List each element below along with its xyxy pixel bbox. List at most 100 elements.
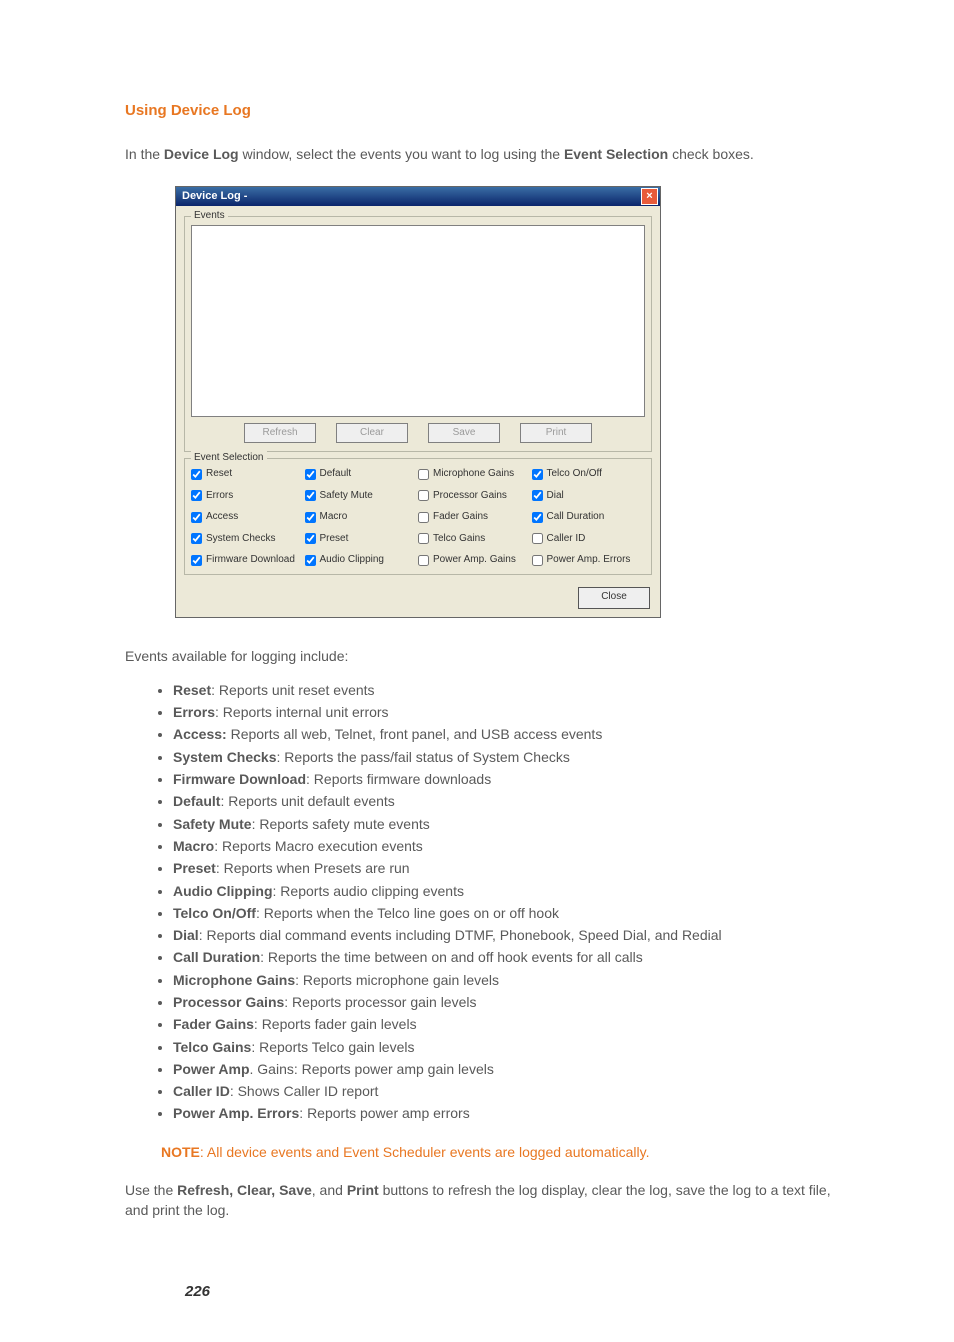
checkbox-input[interactable]: [532, 533, 543, 544]
event-list-item: Power Amp. Gains: Reports power amp gain…: [173, 1059, 839, 1079]
event-label: Caller ID: [173, 1083, 230, 1099]
text: Use the: [125, 1182, 177, 1198]
device-log-screenshot: Device Log - × Events Refresh Clear Save…: [175, 186, 661, 618]
checkbox-input[interactable]: [191, 533, 202, 544]
event-desc: : Reports unit default events: [220, 793, 394, 809]
checkbox-input[interactable]: [305, 533, 316, 544]
close-button[interactable]: Close: [578, 587, 650, 609]
event-desc: . Gains: Reports power amp gain levels: [250, 1061, 494, 1077]
checkbox-label: Access: [206, 510, 238, 525]
safety-mute-checkbox[interactable]: Safety Mute: [305, 489, 419, 504]
note-label: NOTE: [161, 1144, 200, 1160]
reset-checkbox[interactable]: Reset: [191, 467, 305, 482]
event-list-item: Macro: Reports Macro execution events: [173, 836, 839, 856]
event-label: Default: [173, 793, 220, 809]
event-label: Telco Gains: [173, 1039, 251, 1055]
save-button[interactable]: Save: [428, 423, 500, 443]
checkbox-input[interactable]: [191, 512, 202, 523]
checkbox-label: Macro: [320, 510, 348, 525]
event-list-item: Firmware Download: Reports firmware down…: [173, 769, 839, 789]
refresh-button[interactable]: Refresh: [244, 423, 316, 443]
checkbox-input[interactable]: [191, 490, 202, 501]
intro-paragraph: In the Device Log window, select the eve…: [125, 144, 839, 164]
checkbox-input[interactable]: [418, 490, 429, 501]
event-list-item: Access: Reports all web, Telnet, front p…: [173, 724, 839, 744]
window-titlebar: Device Log - ×: [176, 187, 660, 206]
close-row: Close: [176, 581, 660, 617]
checkbox-label: System Checks: [206, 532, 275, 547]
event-label: Audio Clipping: [173, 883, 273, 899]
bold-text: Print: [347, 1182, 379, 1198]
event-desc: : Reports unit reset events: [211, 682, 374, 698]
dial-checkbox[interactable]: Dial: [532, 489, 646, 504]
final-paragraph: Use the Refresh, Clear, Save, and Print …: [125, 1180, 839, 1221]
event-list-item: Caller ID: Shows Caller ID report: [173, 1081, 839, 1101]
checkbox-input[interactable]: [418, 555, 429, 566]
events-log-textarea[interactable]: [191, 225, 645, 417]
window-close-button[interactable]: ×: [641, 188, 658, 205]
checkbox-input[interactable]: [532, 469, 543, 480]
events-group: Events Refresh Clear Save Print: [184, 216, 652, 452]
telco-gains-checkbox[interactable]: Telco Gains: [418, 532, 532, 547]
event-list-item: Power Amp. Errors: Reports power amp err…: [173, 1103, 839, 1123]
firmware-download-checkbox[interactable]: Firmware Download: [191, 553, 305, 568]
event-label: Firmware Download: [173, 771, 306, 787]
checkbox-input[interactable]: [418, 512, 429, 523]
event-desc: : Shows Caller ID report: [230, 1083, 379, 1099]
bold-text: Refresh, Clear, Save: [177, 1182, 312, 1198]
checkbox-label: Call Duration: [547, 510, 605, 525]
power-amp-gains-checkbox[interactable]: Power Amp. Gains: [418, 553, 532, 568]
checkbox-grid: Reset Default Microphone Gains Telco On/…: [191, 467, 645, 568]
text: In the: [125, 146, 164, 162]
checkbox-label: Power Amp. Gains: [433, 553, 516, 568]
event-label: Fader Gains: [173, 1016, 254, 1032]
telco-onoff-checkbox[interactable]: Telco On/Off: [532, 467, 646, 482]
checkbox-input[interactable]: [191, 469, 202, 480]
power-amp-errors-checkbox[interactable]: Power Amp. Errors: [532, 553, 646, 568]
text: check boxes.: [668, 146, 754, 162]
checkbox-label: Firmware Download: [206, 553, 295, 568]
event-list-item: Audio Clipping: Reports audio clipping e…: [173, 881, 839, 901]
event-label: Safety Mute: [173, 816, 252, 832]
bold-text: Device Log: [164, 146, 239, 162]
fader-gains-checkbox[interactable]: Fader Gains: [418, 510, 532, 525]
checkbox-input[interactable]: [305, 490, 316, 501]
system-checks-checkbox[interactable]: System Checks: [191, 532, 305, 547]
event-list-item: Default: Reports unit default events: [173, 791, 839, 811]
checkbox-input[interactable]: [191, 555, 202, 566]
errors-checkbox[interactable]: Errors: [191, 489, 305, 504]
checkbox-input[interactable]: [305, 469, 316, 480]
checkbox-input[interactable]: [305, 512, 316, 523]
clear-button[interactable]: Clear: [336, 423, 408, 443]
checkbox-input[interactable]: [532, 512, 543, 523]
checkbox-input[interactable]: [418, 469, 429, 480]
checkbox-input[interactable]: [532, 555, 543, 566]
call-duration-checkbox[interactable]: Call Duration: [532, 510, 646, 525]
print-button[interactable]: Print: [520, 423, 592, 443]
processor-gains-checkbox[interactable]: Processor Gains: [418, 489, 532, 504]
access-checkbox[interactable]: Access: [191, 510, 305, 525]
checkbox-label: Safety Mute: [320, 489, 373, 504]
audio-clipping-checkbox[interactable]: Audio Clipping: [305, 553, 419, 568]
default-checkbox[interactable]: Default: [305, 467, 419, 482]
checkbox-label: Preset: [320, 532, 349, 547]
event-list-item: Telco On/Off: Reports when the Telco lin…: [173, 903, 839, 923]
event-desc: : Reports Telco gain levels: [251, 1039, 414, 1055]
microphone-gains-checkbox[interactable]: Microphone Gains: [418, 467, 532, 482]
checkbox-input[interactable]: [305, 555, 316, 566]
checkbox-input[interactable]: [418, 533, 429, 544]
event-desc: : Reports the time between on and off ho…: [260, 949, 643, 965]
event-list-item: Microphone Gains: Reports microphone gai…: [173, 970, 839, 990]
caller-id-checkbox[interactable]: Caller ID: [532, 532, 646, 547]
event-list-item: Reset: Reports unit reset events: [173, 680, 839, 700]
event-desc: : Reports audio clipping events: [273, 883, 464, 899]
macro-checkbox[interactable]: Macro: [305, 510, 419, 525]
bold-text: Event Selection: [564, 146, 668, 162]
preset-checkbox[interactable]: Preset: [305, 532, 419, 547]
event-label: Dial: [173, 927, 199, 943]
checkbox-input[interactable]: [532, 490, 543, 501]
event-label: Microphone Gains: [173, 972, 295, 988]
event-list-item: Fader Gains: Reports fader gain levels: [173, 1014, 839, 1034]
event-label: Macro: [173, 838, 214, 854]
event-desc: : Reports internal unit errors: [215, 704, 389, 720]
